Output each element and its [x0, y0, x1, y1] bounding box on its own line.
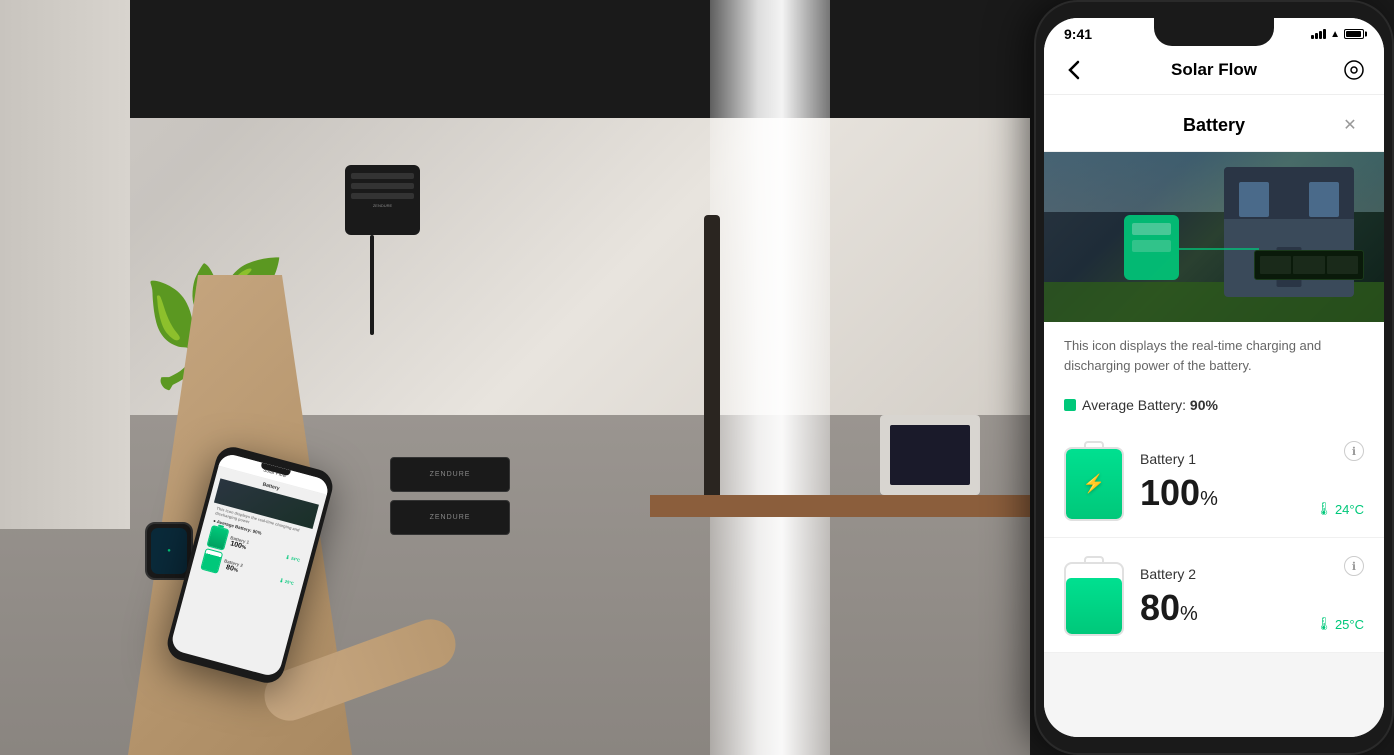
info-icon-1[interactable]: ℹ: [1344, 441, 1364, 461]
temp-value-1: 24°C: [1335, 502, 1364, 517]
battery-pct-sign-1: %: [1200, 488, 1218, 510]
battery-item-2: Battery 2 80% ℹ 🌡 25°C: [1044, 540, 1384, 653]
close-icon: ✕: [1343, 115, 1356, 135]
info-icon-2[interactable]: ℹ: [1344, 556, 1364, 576]
battery-temp-2: 🌡 25°C: [1315, 616, 1364, 632]
wifi-icon: ▲: [1330, 29, 1340, 40]
zendure-boxes: ZENDURE ZENDURE: [390, 457, 510, 535]
average-battery-row: Average Battery: 90%: [1044, 389, 1384, 425]
phone-notch: [1154, 18, 1274, 46]
signal-bar-1: [1311, 35, 1314, 39]
bg-curtain: [710, 0, 830, 755]
battery-pct-sign-2: %: [1180, 603, 1198, 625]
avg-label: Average Battery:: [1082, 397, 1186, 413]
battery-name-1: Battery 1: [1140, 451, 1364, 467]
status-icons: ▲: [1311, 29, 1364, 40]
battery-fill: [1346, 31, 1361, 37]
avg-value: 90%: [1190, 397, 1218, 413]
dark-strip: [0, 0, 1030, 118]
avg-text: Average Battery: 90%: [1082, 397, 1218, 413]
phone-screen: 9:41 ▲ Solar Flow: [1044, 18, 1384, 737]
signal-bar-3: [1319, 31, 1322, 39]
thermometer-icon-2: 🌡: [1315, 616, 1332, 632]
box-label-1: ZENDURE: [430, 471, 471, 478]
avg-indicator: [1064, 399, 1076, 411]
battery-item-1: ⚡ Battery 1 100% ℹ 🌡 24°C: [1044, 425, 1384, 538]
background-scene: ZENDURE ZENDURE ZENDURE ● So: [0, 0, 1030, 755]
battery-temp-1: 🌡 24°C: [1315, 501, 1364, 517]
cable: [370, 235, 374, 335]
main-phone: 9:41 ▲ Solar Flow: [1034, 0, 1394, 755]
battery-status-icon: [1344, 29, 1364, 39]
battery-name-2: Battery 2: [1140, 566, 1364, 582]
app-title: Solar Flow: [1088, 60, 1340, 80]
small-battery-visual-1: [206, 525, 229, 551]
modal-title: Battery: [1092, 115, 1336, 136]
modal-header: Battery ✕: [1044, 95, 1384, 152]
signal-bar-4: [1323, 29, 1326, 39]
thermometer-icon-1: 🌡: [1315, 501, 1332, 517]
solar-device-illustration: [1124, 215, 1179, 280]
back-button[interactable]: [1060, 56, 1088, 84]
monitor: [880, 415, 980, 495]
battery-visual-2: [1064, 556, 1124, 636]
app-content[interactable]: Battery ✕: [1044, 95, 1384, 737]
signal-bars: [1311, 29, 1326, 39]
settings-button[interactable]: [1340, 56, 1368, 84]
temp-value-2: 25°C: [1335, 617, 1364, 632]
wall-device: ZENDURE: [345, 165, 420, 235]
modal-close-button[interactable]: ✕: [1336, 111, 1364, 139]
app-header: Solar Flow: [1044, 46, 1384, 95]
desk: [650, 495, 1030, 517]
lamp-post: [704, 215, 720, 515]
modal-description: This icon displays the real-time chargin…: [1044, 322, 1384, 389]
solar-panels-illustration: [1254, 250, 1364, 280]
connection-line: [1179, 248, 1259, 250]
small-battery-visual-2: [200, 548, 223, 574]
lightning-icon-1: ⚡: [1083, 474, 1105, 495]
battery-visual-1: ⚡: [1064, 441, 1124, 521]
battery-modal: Battery ✕: [1044, 95, 1384, 653]
battery-percent-value-1: 100: [1140, 472, 1200, 513]
battery-percent-value-2: 80: [1140, 587, 1180, 628]
battery-body-2: [1064, 562, 1124, 636]
status-time: 9:41: [1064, 26, 1092, 42]
battery-body-1: ⚡: [1064, 447, 1124, 521]
modal-image-content: [1044, 152, 1384, 322]
modal-image: [1044, 152, 1384, 322]
box-label-2: ZENDURE: [430, 514, 471, 521]
bg-wall-left: [0, 0, 130, 529]
signal-bar-2: [1315, 33, 1318, 39]
battery-fill-2: [1066, 578, 1122, 634]
